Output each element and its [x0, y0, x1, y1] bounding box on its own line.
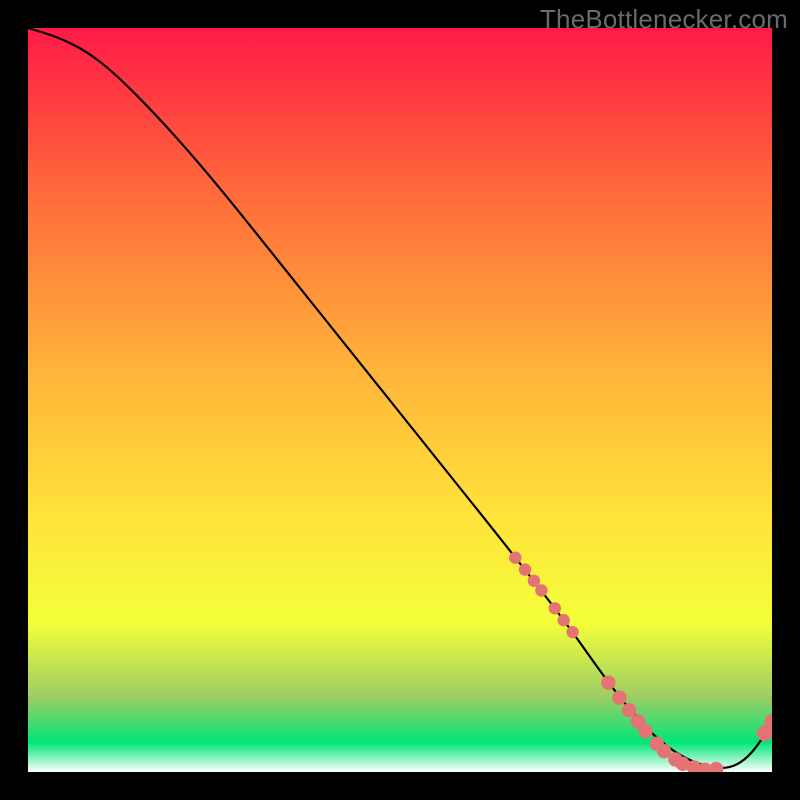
- chart-stage: TheBottlenecker.com: [0, 0, 800, 800]
- data-point: [535, 584, 547, 596]
- data-point: [622, 703, 636, 717]
- data-point: [509, 552, 521, 564]
- data-point: [558, 614, 570, 626]
- gradient-background: [28, 28, 772, 772]
- chart-plot: [28, 28, 772, 772]
- data-point: [638, 724, 652, 738]
- data-point: [612, 690, 626, 704]
- data-point: [519, 563, 531, 575]
- data-point: [528, 575, 540, 587]
- chart-svg: [28, 28, 772, 772]
- data-point: [549, 602, 561, 614]
- data-point: [566, 626, 578, 638]
- data-point: [601, 676, 615, 690]
